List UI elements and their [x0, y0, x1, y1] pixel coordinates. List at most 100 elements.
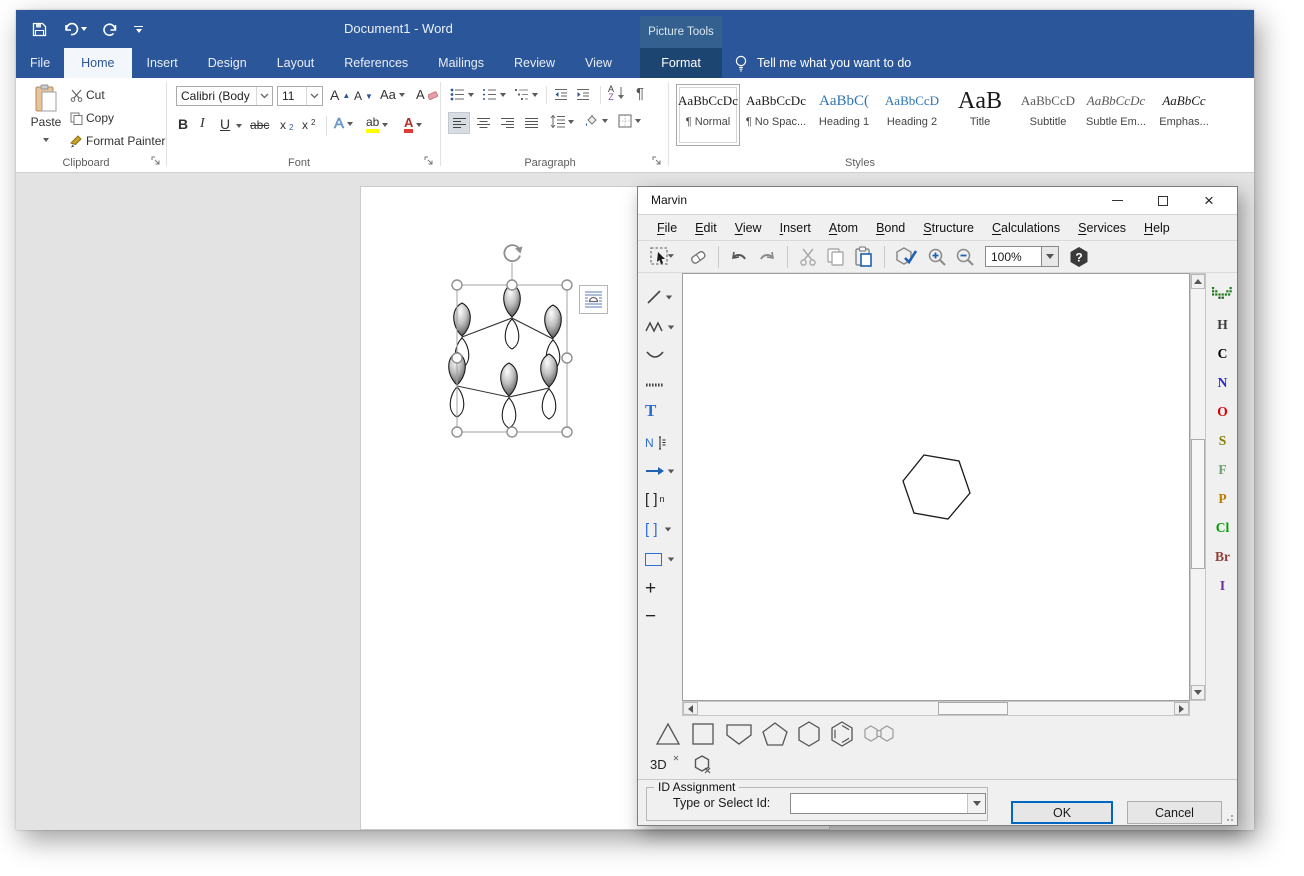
- zoom-in-button[interactable]: [923, 244, 951, 270]
- eraser-tool-button[interactable]: [684, 244, 712, 270]
- vscroll-thumb[interactable]: [1191, 439, 1205, 569]
- superscript-button[interactable]: x2: [302, 118, 315, 132]
- cut-button[interactable]: [794, 244, 822, 270]
- rectangle-select-tool-button[interactable]: [645, 547, 675, 571]
- minimize-button[interactable]: [1100, 187, 1134, 214]
- marvin-canvas[interactable]: [682, 273, 1190, 701]
- style-heading1[interactable]: AaBbC( Heading 1: [812, 84, 876, 146]
- redo-button[interactable]: [753, 244, 781, 270]
- decrease-indent-button[interactable]: [554, 88, 568, 101]
- grow-font-button[interactable]: A▲: [330, 87, 350, 103]
- template-cyclobutane[interactable]: [689, 721, 717, 747]
- template-cyclopentane[interactable]: [761, 721, 789, 747]
- scroll-left-button[interactable]: [683, 702, 698, 715]
- template-fused-rings[interactable]: [862, 723, 896, 745]
- check-structure-button[interactable]: [891, 244, 923, 270]
- id-input[interactable]: [791, 794, 967, 813]
- element-I-button[interactable]: I: [1207, 578, 1238, 594]
- cut-button[interactable]: Cut: [70, 88, 105, 102]
- template-cyclohexane[interactable]: [796, 720, 822, 748]
- canvas-vscrollbar[interactable]: [1190, 273, 1206, 701]
- layout-options-button[interactable]: [579, 285, 608, 314]
- font-size-combo[interactable]: 11: [277, 86, 323, 106]
- justify-button[interactable]: [520, 112, 542, 134]
- close-button[interactable]: ×: [1192, 187, 1226, 214]
- cancel-button[interactable]: Cancel: [1127, 801, 1222, 824]
- style-subtle-emphasis[interactable]: AaBbCcDc Subtle Em...: [1084, 84, 1148, 146]
- hscroll-thumb[interactable]: [938, 702, 1008, 715]
- canvas-hscrollbar[interactable]: [682, 701, 1190, 716]
- menu-file[interactable]: File: [648, 221, 686, 235]
- rotate-handle[interactable]: [504, 245, 522, 261]
- tab-home[interactable]: Home: [64, 48, 131, 78]
- increase-charge-button[interactable]: +: [645, 577, 675, 601]
- tab-mailings[interactable]: Mailings: [423, 48, 499, 78]
- redo-button[interactable]: [103, 22, 118, 37]
- font-color-button[interactable]: A: [404, 116, 422, 133]
- shrink-font-button[interactable]: A▼: [354, 89, 373, 103]
- menu-atom[interactable]: Atom: [820, 221, 867, 235]
- font-dialog-launcher[interactable]: [424, 156, 435, 167]
- font-name-dropdown-icon[interactable]: [256, 87, 272, 105]
- scroll-down-button[interactable]: [1191, 685, 1205, 700]
- show-formatting-button[interactable]: ¶: [636, 85, 644, 102]
- line-spacing-button[interactable]: [550, 115, 574, 128]
- tab-review[interactable]: Review: [499, 48, 570, 78]
- template-cyclopentane-down[interactable]: [724, 721, 754, 747]
- underline-button[interactable]: U: [220, 116, 230, 132]
- menu-bond[interactable]: Bond: [867, 221, 914, 235]
- change-case-button[interactable]: Aa: [380, 87, 405, 102]
- style-normal[interactable]: AaBbCcDc ¶ Normal: [676, 84, 740, 146]
- undo-button[interactable]: [63, 22, 87, 36]
- element-C-button[interactable]: C: [1207, 346, 1238, 362]
- element-Cl-button[interactable]: Cl: [1207, 520, 1238, 536]
- undo-dropdown-icon[interactable]: [81, 27, 87, 31]
- tab-references[interactable]: References: [329, 48, 423, 78]
- chain-tool-button[interactable]: [645, 315, 675, 339]
- menu-edit[interactable]: Edit: [686, 221, 726, 235]
- tab-layout[interactable]: Layout: [262, 48, 330, 78]
- multilevel-list-button[interactable]: [514, 88, 538, 101]
- tab-view[interactable]: View: [570, 48, 627, 78]
- element-F-button[interactable]: F: [1207, 462, 1238, 478]
- maximize-button[interactable]: [1146, 187, 1180, 214]
- align-center-button[interactable]: [472, 112, 494, 134]
- selected-orbital-image[interactable]: [439, 239, 623, 453]
- template-cyclopropane[interactable]: [654, 721, 682, 747]
- element-H-button[interactable]: H: [1207, 317, 1238, 333]
- copy-button[interactable]: [822, 244, 850, 270]
- customize-qat-button[interactable]: [134, 26, 143, 33]
- bond-tool-button[interactable]: [645, 285, 675, 309]
- delete-structure-button[interactable]: [693, 754, 713, 775]
- ok-button[interactable]: OK: [1011, 801, 1113, 824]
- clean-3d-button[interactable]: 3D: [650, 757, 667, 772]
- menu-services[interactable]: Services: [1069, 221, 1135, 235]
- tab-design[interactable]: Design: [193, 48, 262, 78]
- sort-button[interactable]: AZ: [608, 85, 625, 101]
- underline-dropdown-icon[interactable]: [236, 124, 242, 128]
- scroll-up-button[interactable]: [1191, 274, 1205, 289]
- paste-button[interactable]: [850, 244, 878, 270]
- tab-file[interactable]: File: [16, 48, 64, 78]
- align-left-button[interactable]: [448, 112, 470, 134]
- style-subtitle[interactable]: AaBbCcD Subtitle: [1016, 84, 1080, 146]
- menu-calculations[interactable]: Calculations: [983, 221, 1069, 235]
- shading-button[interactable]: [584, 114, 608, 128]
- style-heading2[interactable]: AaBbCcD Heading 2: [880, 84, 944, 146]
- bullets-button[interactable]: [450, 88, 474, 101]
- element-P-button[interactable]: P: [1207, 491, 1238, 507]
- save-icon[interactable]: [32, 22, 47, 37]
- menu-structure[interactable]: Structure: [914, 221, 983, 235]
- font-size-dropdown-icon[interactable]: [306, 87, 322, 105]
- font-name-combo[interactable]: Calibri (Body: [176, 86, 273, 106]
- strikethrough-button[interactable]: abc: [250, 118, 269, 132]
- borders-button[interactable]: [618, 114, 641, 128]
- help-button[interactable]: ?: [1065, 244, 1093, 270]
- style-emphasis[interactable]: AaBbCc Emphas...: [1152, 84, 1216, 146]
- numbering-button[interactable]: [482, 88, 506, 101]
- copy-button[interactable]: Copy: [70, 111, 114, 125]
- italic-button[interactable]: I: [200, 116, 205, 132]
- clear-formatting-button[interactable]: A: [416, 87, 438, 102]
- text-tool-button[interactable]: T: [645, 399, 675, 423]
- style-title[interactable]: AaB Title: [948, 84, 1012, 146]
